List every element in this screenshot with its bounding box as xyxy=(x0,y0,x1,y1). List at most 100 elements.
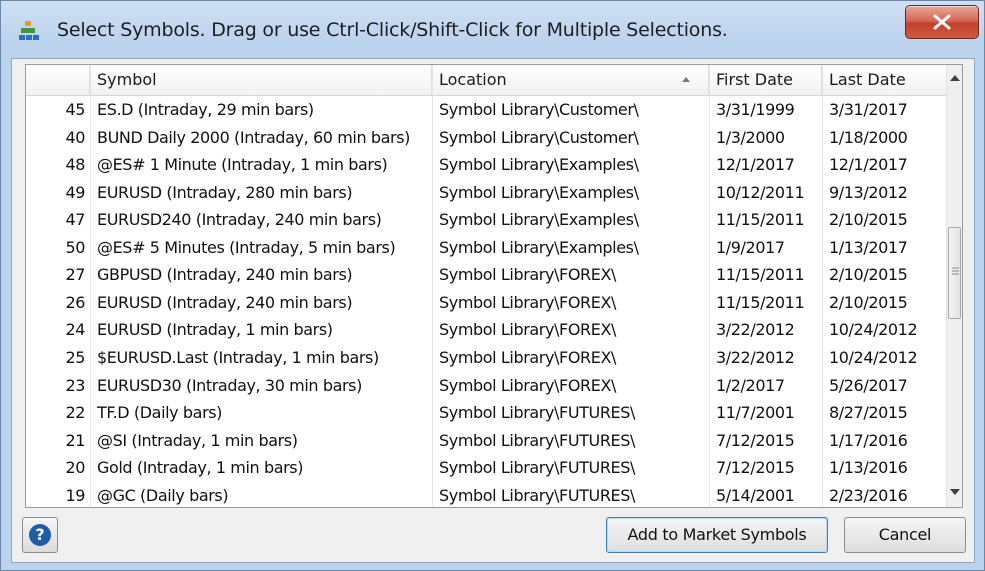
cancel-button[interactable]: Cancel xyxy=(844,517,966,553)
cell-number: 48 xyxy=(65,155,85,175)
cell-location: Symbol Library\Customer\ xyxy=(439,100,639,119)
cell-number: 40 xyxy=(65,127,85,147)
cell-first-date: 7/12/2015 xyxy=(716,430,795,450)
sort-ascending-icon xyxy=(682,77,690,82)
cell-symbol: @GC (Daily bars) xyxy=(97,485,229,505)
cell-location: Symbol Library\Examples\ xyxy=(439,210,639,230)
cell-location: Symbol Library\FUTURES\ xyxy=(439,485,635,505)
cell-first-date: 12/1/2017 xyxy=(716,155,795,175)
table-row[interactable]: 47 EURUSD240 (Intraday, 240 min bars) Symb… xyxy=(26,206,946,233)
cell-last-date: 10/24/2012 xyxy=(829,347,918,367)
cell-location: Symbol Library\Examples\ xyxy=(439,155,639,175)
cell-first-date: 11/7/2001 xyxy=(716,403,795,423)
title-bar[interactable]: Select Symbols. Drag or use Ctrl-Click/S… xyxy=(1,1,984,57)
cell-number: 25 xyxy=(65,347,85,367)
cell-symbol: GBPUSD (Intraday, 240 min bars) xyxy=(97,265,353,285)
vertical-scrollbar[interactable] xyxy=(946,65,962,507)
table-row[interactable]: 25 $EURUSD.Last (Intraday, 1 min bars) Sym… xyxy=(26,344,946,371)
table-row[interactable]: 20 Gold (Intraday, 1 min bars) Symbol Libr… xyxy=(26,454,946,481)
cell-first-date: 3/22/2012 xyxy=(716,320,795,340)
cell-number: 27 xyxy=(65,265,85,285)
scroll-up-icon[interactable] xyxy=(950,75,960,81)
cell-symbol: EURUSD (Intraday, 1 min bars) xyxy=(97,320,333,340)
cell-number: 47 xyxy=(65,210,85,230)
table-row[interactable]: 40 BUND Daily 2000 (Intraday, 60 min bars… xyxy=(26,124,946,151)
cell-last-date: 10/24/2012 xyxy=(829,320,918,340)
cell-location: Symbol Library\FUTURES\ xyxy=(439,403,635,423)
table-row[interactable]: 26 EURUSD (Intraday, 240 min bars) Symbol … xyxy=(26,289,946,316)
cell-last-date: 5/26/2017 xyxy=(829,375,908,395)
table-row[interactable]: 22 TF.D (Daily bars) Symbol Library\FUTURE… xyxy=(26,399,946,426)
column-header-symbol[interactable]: Symbol xyxy=(90,65,432,95)
cell-number: 20 xyxy=(65,458,85,478)
symbols-table[interactable]: Symbol Location First Date Last Date 45 E… xyxy=(25,64,963,508)
cell-last-date: 12/1/2017 xyxy=(829,155,908,175)
scrollbar-thumb[interactable] xyxy=(948,227,961,319)
table-row[interactable]: 21 @SI (Intraday, 1 min bars) Symbol Libra… xyxy=(26,427,946,454)
cell-number: 24 xyxy=(65,320,85,340)
window-title: Select Symbols. Drag or use Ctrl-Click/S… xyxy=(57,19,728,41)
table-row[interactable]: 19 @GC (Daily bars) Symbol Library\FUTURES… xyxy=(26,482,946,506)
cell-first-date: 11/15/2011 xyxy=(716,210,805,230)
cell-symbol: @SI (Intraday, 1 min bars) xyxy=(97,430,298,450)
cell-number: 45 xyxy=(65,100,85,119)
symbol-list-icon xyxy=(18,20,40,42)
cell-number: 49 xyxy=(65,182,85,202)
close-button[interactable] xyxy=(905,5,979,39)
cell-last-date: 2/10/2015 xyxy=(829,210,908,230)
cell-first-date: 11/15/2011 xyxy=(716,292,805,312)
cell-last-date: 8/27/2015 xyxy=(829,403,908,423)
column-header-location-label: Location xyxy=(439,70,507,89)
help-icon: ? xyxy=(29,524,51,546)
cell-location: Symbol Library\FOREX\ xyxy=(439,347,616,367)
cell-symbol: $EURUSD.Last (Intraday, 1 min bars) xyxy=(97,347,379,367)
cell-location: Symbol Library\Customer\ xyxy=(439,127,639,147)
column-header-number[interactable] xyxy=(26,65,90,95)
cell-first-date: 5/14/2001 xyxy=(716,485,795,505)
table-row[interactable]: 45 ES.D (Intraday, 29 min bars) Symbol Lib… xyxy=(26,96,946,123)
cell-last-date: 2/10/2015 xyxy=(829,265,908,285)
cell-location: Symbol Library\FOREX\ xyxy=(439,320,616,340)
cell-first-date: 1/2/2017 xyxy=(716,375,785,395)
table-row[interactable]: 49 EURUSD (Intraday, 280 min bars) Symbol … xyxy=(26,179,946,206)
cell-last-date: 1/18/2000 xyxy=(829,127,908,147)
cell-first-date: 11/15/2011 xyxy=(716,265,805,285)
table-row[interactable]: 24 EURUSD (Intraday, 1 min bars) Symbol Li… xyxy=(26,316,946,343)
column-header-last-date[interactable]: Last Date xyxy=(822,65,946,95)
cell-symbol: ES.D (Intraday, 29 min bars) xyxy=(97,100,314,119)
cell-symbol: Gold (Intraday, 1 min bars) xyxy=(97,458,304,478)
cell-location: Symbol Library\Examples\ xyxy=(439,182,639,202)
column-header-location[interactable]: Location xyxy=(432,65,709,95)
cell-number: 50 xyxy=(65,237,85,257)
cell-last-date: 2/23/2016 xyxy=(829,485,908,505)
dialog-window: Select Symbols. Drag or use Ctrl-Click/S… xyxy=(0,0,985,571)
cell-first-date: 1/3/2000 xyxy=(716,127,785,147)
table-row[interactable]: 23 EURUSD30 (Intraday, 30 min bars) Symbol… xyxy=(26,372,946,399)
cell-number: 19 xyxy=(65,485,85,505)
cell-symbol: EURUSD (Intraday, 240 min bars) xyxy=(97,292,353,312)
dialog-body: Symbol Location First Date Last Date 45 E… xyxy=(11,58,975,563)
table-row[interactable]: 50 @ES# 5 Minutes (Intraday, 5 min bars) S… xyxy=(26,234,946,261)
table-row[interactable]: 48 @ES# 1 Minute (Intraday, 1 min bars) Sy… xyxy=(26,151,946,178)
scroll-down-icon[interactable] xyxy=(950,489,960,495)
table-row[interactable]: 27 GBPUSD (Intraday, 240 min bars) Symbol … xyxy=(26,261,946,288)
cell-location: Symbol Library\Examples\ xyxy=(439,237,639,257)
cell-last-date: 3/31/2017 xyxy=(829,100,908,119)
cell-symbol: EURUSD30 (Intraday, 30 min bars) xyxy=(97,375,362,395)
cell-first-date: 7/12/2015 xyxy=(716,458,795,478)
cell-first-date: 3/31/1999 xyxy=(716,100,795,119)
table-header: Symbol Location First Date Last Date xyxy=(26,65,946,96)
add-to-market-symbols-button[interactable]: Add to Market Symbols xyxy=(606,517,828,553)
cell-location: Symbol Library\FUTURES\ xyxy=(439,458,635,478)
cell-symbol: EURUSD240 (Intraday, 240 min bars) xyxy=(97,210,382,230)
cell-location: Symbol Library\FOREX\ xyxy=(439,292,616,312)
cell-number: 23 xyxy=(65,375,85,395)
column-header-first-date[interactable]: First Date xyxy=(709,65,822,95)
close-icon xyxy=(933,14,951,30)
cell-number: 26 xyxy=(65,292,85,312)
cell-first-date: 3/22/2012 xyxy=(716,347,795,367)
cell-symbol: BUND Daily 2000 (Intraday, 60 min bars) xyxy=(97,127,411,147)
cell-number: 22 xyxy=(65,403,85,423)
help-button[interactable]: ? xyxy=(22,517,58,553)
cell-symbol: TF.D (Daily bars) xyxy=(97,403,223,423)
